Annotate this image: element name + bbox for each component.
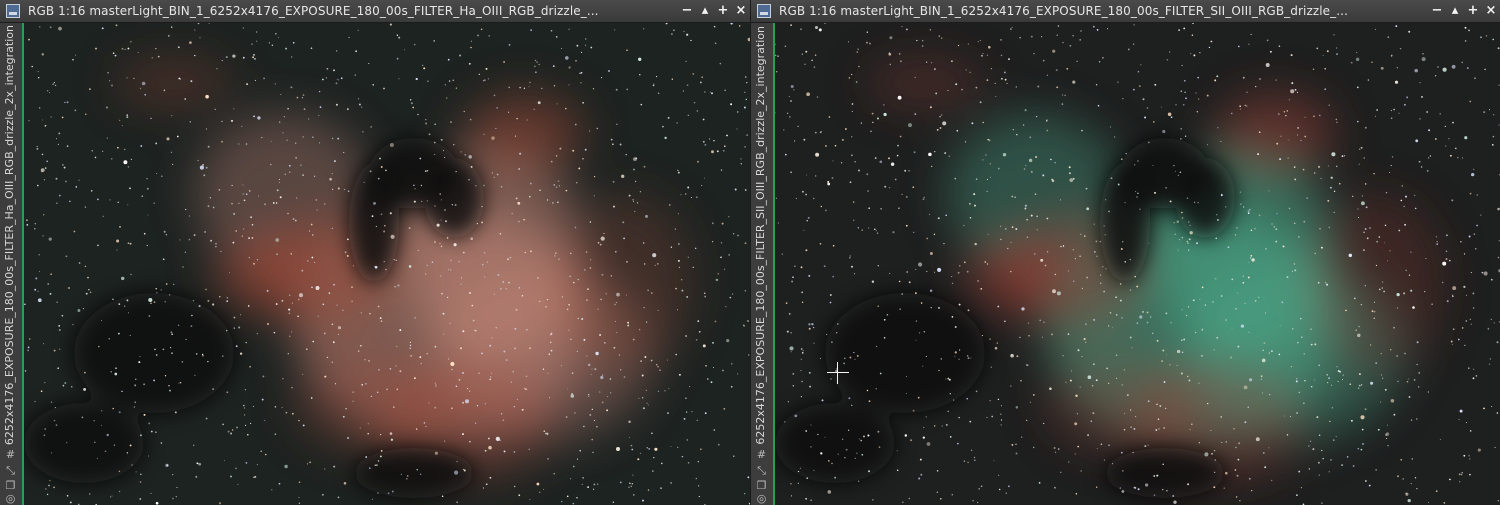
close-button[interactable]: × [732,2,750,20]
nebula-image-ha-oiii [24,23,750,505]
window-side-tab[interactable]: 6252x4176_EXPOSURE_180_00s_FILTER_SII_OI… [751,23,774,505]
shrink-icon[interactable]: ⤡ [4,464,17,477]
maximize-button[interactable]: + [714,2,732,20]
window-title: RGB 1:16 masterLight_BIN_1_6252x4176_EXP… [28,4,599,18]
image-identifier-label: 6252x4176_EXPOSURE_180_00s_FILTER_SII_OI… [754,26,767,445]
close-button[interactable]: × [1482,2,1500,20]
title-bar[interactable]: RGB 1:16 masterLight_BIN_1_6252x4176_EXP… [751,0,1500,23]
copy-icon[interactable]: ❐ [755,479,768,492]
pin-icon[interactable]: ◎ [4,492,17,505]
crosshair-cursor [827,362,849,384]
image-window-ha-oiii[interactable]: RGB 1:16 masterLight_BIN_1_6252x4176_EXP… [0,0,750,505]
image-window-sii-oiii[interactable]: RGB 1:16 masterLight_BIN_1_6252x4176_EXP… [751,0,1500,505]
shade-button[interactable]: ▴ [1446,2,1464,20]
maximize-button[interactable]: + [1464,2,1482,20]
pin-icon[interactable]: ◎ [755,492,768,505]
minimize-button[interactable]: − [1428,2,1446,20]
image-window-icon [757,4,771,18]
grid-icon[interactable]: # [755,448,768,461]
title-bar[interactable]: RGB 1:16 masterLight_BIN_1_6252x4176_EXP… [0,0,750,23]
window-title: RGB 1:16 masterLight_BIN_1_6252x4176_EXP… [779,4,1348,18]
shrink-icon[interactable]: ⤡ [755,464,768,477]
nebula-image-sii-oiii [775,23,1500,505]
image-viewport[interactable] [24,23,750,505]
image-window-icon [6,4,20,18]
image-viewport[interactable] [775,23,1500,505]
copy-icon[interactable]: ❐ [4,479,17,492]
image-identifier-label: 6252x4176_EXPOSURE_180_00s_FILTER_Ha_OII… [3,24,16,445]
minimize-button[interactable]: − [678,2,696,20]
shade-button[interactable]: ▴ [696,2,714,20]
grid-icon[interactable]: # [4,448,17,461]
window-side-tab[interactable]: 6252x4176_EXPOSURE_180_00s_FILTER_Ha_OII… [0,23,23,505]
workspace: RGB 1:16 masterLight_BIN_1_6252x4176_EXP… [0,0,1500,505]
